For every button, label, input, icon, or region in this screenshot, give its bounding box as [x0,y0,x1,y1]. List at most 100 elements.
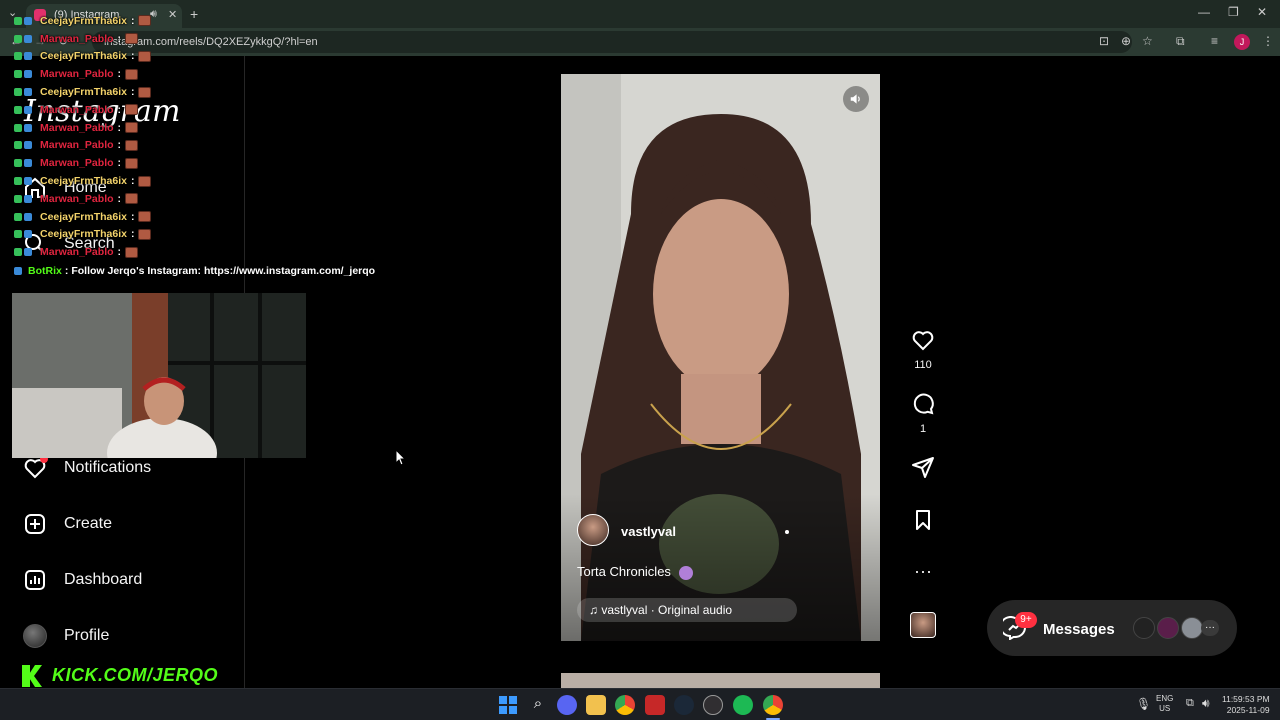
comment-count: 1 [919,423,927,435]
subscriber-badge-icon [14,70,22,79]
spotify-icon[interactable] [733,695,753,715]
comment-action[interactable]: 1 [904,392,942,435]
restore-icon[interactable]: ❐ [1228,5,1239,19]
chat-username: Marwan_Pablo [40,192,114,205]
volume-icon[interactable]: 🔊︎ [1202,696,1210,711]
kick-channel-url: KICK.COM/JERQO [52,665,219,685]
install-app-icon[interactable]: ⊡ [1099,34,1109,48]
next-reel-preview[interactable] [561,673,880,688]
chat-emote-icon [138,228,152,240]
reel-author-username[interactable]: vastlyval [621,524,676,539]
chat-emote-icon [125,139,139,151]
like-action[interactable]: 110 [904,328,942,371]
chat-emote-icon [138,175,152,187]
menu-kebab-icon[interactable]: ⋮ [1262,34,1274,48]
reel-author-avatar[interactable] [577,514,609,546]
more-options-action[interactable]: ··· [904,562,942,580]
message-avatar [1133,617,1155,639]
chat-separator: : [130,86,135,99]
message-avatar [1181,617,1203,639]
chrome-active-icon[interactable] [763,695,783,715]
bookmark-icon [916,510,930,530]
obs-icon[interactable] [703,695,723,715]
zoom-icon[interactable]: ⊕ [1121,34,1131,48]
sidebar-item-label: Create [64,515,113,532]
subscriber-badge-icon [14,212,22,221]
clock-time: 11:59:53 PM [1222,694,1270,704]
chat-username: Marwan_Pablo [40,246,114,259]
reel-audio-pill[interactable]: ♫ vastlyval · Original audio [577,598,797,622]
chat-emote-icon [138,50,152,62]
bookmark-star-icon[interactable]: ☆ [1142,34,1153,48]
audio-thumbnail[interactable] [910,612,936,638]
chat-line: Marwan_Pablo: [14,243,374,261]
bot-message: Follow Jerqo's Instagram: https://www.in… [71,264,376,277]
clock[interactable]: 11:59:53 PM 2025-11-09 [1222,694,1270,716]
chat-username: Marwan_Pablo [40,68,114,81]
chat-emote-icon [125,68,139,80]
network-icon[interactable]: ⧉ [1186,697,1194,710]
messages-button[interactable]: 9+ Messages ··· [987,600,1237,656]
chat-separator: : [130,14,135,27]
emoji-icon [678,565,693,580]
chat-username: Marwan_Pablo [40,121,114,134]
save-action[interactable] [904,508,942,537]
chat-separator: : [130,175,135,188]
file-explorer-icon[interactable] [586,695,606,715]
reel-video[interactable]: vastlyval Torta Chronicles ♫ vastlyval ·… [561,74,880,641]
sidebar-item-dashboard[interactable]: Dashboard [22,564,142,596]
profile-initial: J [1239,37,1245,47]
chat-emote-icon [125,104,139,116]
chat-line: Marwan_Pablo: [14,101,374,119]
subscriber-badge-icon [14,248,22,257]
extensions-icon[interactable]: ⧉ [1176,34,1185,49]
lang-line2: US [1159,704,1171,713]
bot-chat-line: BotRix : Follow Jerqo's Instagram: https… [14,262,375,280]
microphone-icon[interactable]: 🎙︎ [1136,697,1151,711]
subscriber-badge-icon [14,34,22,43]
chat-username: CeejayFrmTha6ix [40,86,127,99]
verified-badge-icon [24,70,32,79]
sidebar-item-label: Dashboard [64,571,143,588]
verified-badge-icon [24,141,32,150]
language-indicator[interactable]: ENG US [1156,694,1173,714]
verified-badge-icon [24,123,32,132]
taskbar-search-icon[interactable]: ⌕ [528,695,548,715]
profile-avatar[interactable]: J [1234,34,1250,50]
reel-audio-label: vastlyval · Original audio [601,603,733,617]
bot-badge-icon [14,266,22,275]
subscriber-badge-icon [14,230,22,239]
more-horizontal-icon: ··· [914,561,932,581]
sidebar-item-create[interactable]: Create [22,508,112,540]
clock-date: 2025-11-09 [1226,705,1270,715]
chat-line: CeejayFrmTha6ix: [14,172,374,190]
chat-line: Marwan_Pablo: [14,154,374,172]
messages-label: Messages [1043,621,1115,638]
windows-start-icon[interactable] [498,695,518,715]
steam-icon[interactable] [674,695,694,715]
lang-line1: ENG [1156,694,1174,703]
music-note-icon: ♫ [589,603,598,617]
subscriber-badge-icon [14,88,22,97]
mute-toggle-icon[interactable] [843,86,869,112]
chat-emote-icon [138,86,152,98]
subscriber-badge-icon [14,52,22,61]
share-action[interactable] [904,455,942,484]
chat-username: CeejayFrmTha6ix [40,14,127,27]
app-icon[interactable] [645,695,665,715]
chat-line: Marwan_Pablo: [14,65,374,83]
chat-line: CeejayFrmTha6ix: [14,226,374,244]
chat-line: Marwan_Pablo: [14,190,374,208]
chat-separator: : [117,192,122,205]
minimize-icon[interactable]: — [1198,5,1210,19]
streamer-webcam [12,293,306,458]
chat-username: Marwan_Pablo [40,103,114,116]
stream-chat-overlay: CeejayFrmTha6ix: Marwan_Pablo: CeejayFrmTh… [14,12,374,261]
close-window-icon[interactable]: ✕ [1257,5,1267,19]
chat-username: Marwan_Pablo [40,32,114,45]
chrome-icon[interactable] [615,695,635,715]
subscriber-badge-icon [14,105,22,114]
media-control-icon[interactable]: ≡ [1211,34,1218,48]
sidebar-item-profile[interactable]: Profile [22,620,109,652]
discord-icon[interactable] [557,695,577,715]
